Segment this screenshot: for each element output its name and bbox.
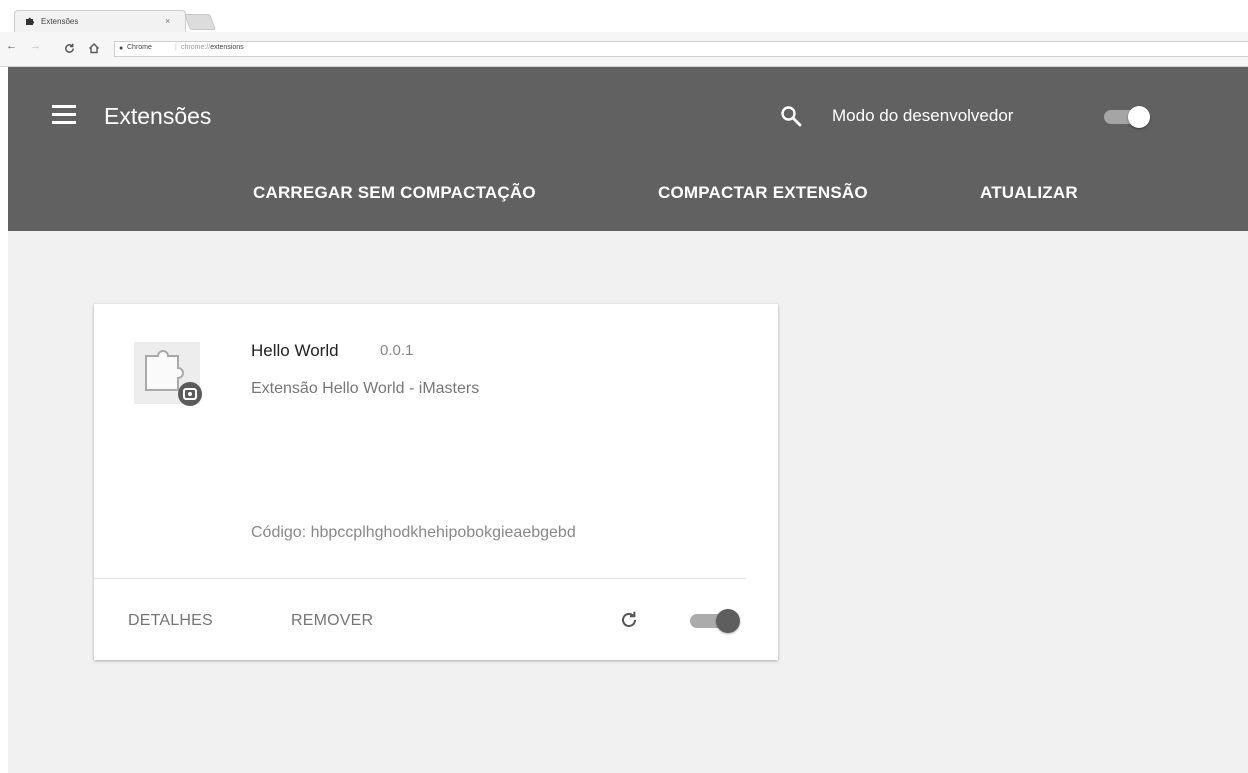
reload-page-icon[interactable] xyxy=(64,43,75,54)
extension-enable-toggle[interactable] xyxy=(690,609,748,633)
new-tab-button[interactable] xyxy=(184,14,216,30)
card-divider xyxy=(94,578,746,579)
browser-tab-title: Extensões xyxy=(41,17,79,26)
home-icon[interactable] xyxy=(88,42,100,54)
puzzle-icon xyxy=(26,17,35,25)
address-bar[interactable]: ● Chrome | chrome://extensions xyxy=(114,41,1248,57)
back-arrow-icon[interactable]: ← xyxy=(6,40,17,52)
chrome-page-icon: ● xyxy=(119,45,124,52)
extensions-page: Extensões Modo do desenvolvedor CARREGAR… xyxy=(8,67,1248,773)
extensions-header: Extensões Modo do desenvolvedor CARREGAR… xyxy=(8,67,1248,231)
developer-mode-toggle[interactable] xyxy=(1102,105,1154,129)
pack-extension-button[interactable]: COMPACTAR EXTENSÃO xyxy=(658,183,868,203)
details-button[interactable]: DETALHES xyxy=(128,612,213,630)
address-separator: | xyxy=(175,44,177,51)
page-title: Extensões xyxy=(104,103,212,129)
tab-close-icon[interactable]: × xyxy=(165,16,170,26)
reload-icon[interactable] xyxy=(618,609,640,631)
browser-tab-extensions[interactable]: Extensões × xyxy=(14,10,186,33)
extension-id: Código: hbpccplhghodkhehipobokgieaebgebd xyxy=(251,524,576,541)
load-unpacked-button[interactable]: CARREGAR SEM COMPACTAÇÃO xyxy=(253,183,536,203)
extension-name: Hello World xyxy=(251,341,339,360)
search-icon[interactable] xyxy=(780,105,802,127)
developer-mode-label: Modo do desenvolvedor xyxy=(832,106,1014,125)
extension-version: 0.0.1 xyxy=(380,342,414,359)
address-url-path: extensions xyxy=(210,44,244,51)
update-button[interactable]: ATUALIZAR xyxy=(980,183,1078,203)
extension-toggle-knob xyxy=(716,609,740,633)
developer-mode-toggle-knob xyxy=(1128,106,1150,128)
address-origin: Chrome xyxy=(127,44,152,51)
address-url-scheme: chrome:// xyxy=(181,44,211,51)
hamburger-menu-icon[interactable] xyxy=(52,105,76,125)
forward-arrow-icon[interactable]: → xyxy=(30,40,41,52)
extension-card: Hello World 0.0.1 Extensão Hello World -… xyxy=(94,304,778,660)
browser-tab-strip: Extensões × xyxy=(0,0,1248,33)
browser-toolbar: ← → ● Chrome | chrome://extensions xyxy=(0,32,1248,67)
remove-button[interactable]: REMOVER xyxy=(291,612,373,630)
address-url: chrome://extensions xyxy=(181,44,244,51)
puzzle-icon xyxy=(134,342,202,406)
extension-description: Extensão Hello World - iMasters xyxy=(251,380,480,397)
